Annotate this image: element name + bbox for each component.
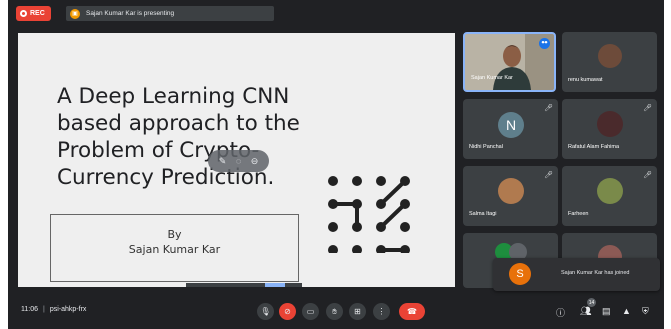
meeting-code: psi-ahkp-frx <box>49 306 87 313</box>
avatar <box>598 44 622 68</box>
raise-hand-button[interactable]: ✋︎ <box>326 303 343 320</box>
people-icon[interactable]: 👥︎ <box>580 306 591 317</box>
present-now-button[interactable]: ⊞ <box>349 303 366 320</box>
hand-icon: ✋︎ <box>332 306 337 316</box>
participant-name: Salma Itagi <box>469 211 497 217</box>
mic-off-icon: 🎤︎ <box>544 172 553 179</box>
mic-off-icon: 🎤︎ <box>643 172 652 179</box>
presentation-slide: A Deep Learning CNN based approach to th… <box>18 33 455 287</box>
activities-icon[interactable]: ▲ <box>622 306 631 316</box>
recording-label: REC <box>30 10 45 17</box>
captions-icon: ▭ <box>306 307 315 316</box>
by-label: By <box>167 228 182 241</box>
participant-tile-renu[interactable]: renu kumawat <box>562 32 657 92</box>
byline-box: By Sajan Kumar Kar <box>50 214 299 282</box>
chat-icon[interactable]: ▤ <box>602 306 611 317</box>
host-controls-icon[interactable]: ⛨ <box>642 306 649 317</box>
present-icon: ⊞ <box>354 307 361 316</box>
leave-call-button[interactable]: ☎ <box>399 303 425 320</box>
speaking-indicator-icon: ⦁⦁ <box>539 38 550 49</box>
participant-name: renu kumawat <box>568 77 603 83</box>
slide-scroll-thumb[interactable] <box>265 283 285 287</box>
mute-icon[interactable]: ◌ <box>236 156 241 166</box>
participant-tile-salma[interactable]: 🎤︎ Salma Itagi <box>463 166 558 226</box>
record-dot-icon <box>20 10 27 17</box>
participant-tile-sajan[interactable]: ⦁⦁ Sajan Kumar Kar <box>463 32 556 92</box>
top-bar: REC ▣ Sajan Kumar Kar is presenting <box>8 0 664 26</box>
participant-name: Rafatul Alam Fahima <box>568 144 620 150</box>
presentation-overlay-controls[interactable]: ✎ ◌ ⊖ <box>208 150 269 172</box>
participant-name: Farheen <box>568 211 589 217</box>
camera-off-icon: ⊘ <box>284 307 291 316</box>
clock-time: 11:06 <box>21 306 38 313</box>
pin-icon[interactable]: ✎ <box>219 156 227 167</box>
dots-graphic <box>328 176 410 253</box>
participant-tile-rafatul[interactable]: 🎤︎ Rafatul Alam Fahima <box>562 99 657 159</box>
meet-window: REC ▣ Sajan Kumar Kar is presenting A De… <box>8 0 664 329</box>
hang-up-icon: ☎ <box>407 307 417 316</box>
remove-icon[interactable]: ⊖ <box>251 156 259 167</box>
avatar: N <box>498 112 524 138</box>
more-vertical-icon: ⋮ <box>377 307 386 316</box>
separator: | <box>43 306 45 313</box>
avatar <box>597 178 623 204</box>
slide-title: A Deep Learning CNN based approach to th… <box>57 84 300 190</box>
meeting-info: 11:06 | psi-ahkp-frx <box>21 306 86 313</box>
more-options-button[interactable]: ⋮ <box>373 303 390 320</box>
bottom-toolbar: 11:06 | psi-ahkp-frx 🎙︎ ⊘ ▭ ✋︎ ⊞ ⋮ ☎ ⓘ 1… <box>8 296 664 329</box>
captions-button[interactable]: ▭ <box>302 303 319 320</box>
mic-off-icon: 🎤︎ <box>544 105 553 112</box>
avatar: S <box>509 263 531 285</box>
presenting-indicator[interactable]: ▣ Sajan Kumar Kar is presenting <box>66 6 274 21</box>
avatar <box>498 178 524 204</box>
camera-off-button[interactable]: ⊘ <box>279 303 296 320</box>
avatar <box>597 111 623 137</box>
microphone-button[interactable]: 🎙︎ <box>257 303 274 320</box>
mic-off-icon: 🎤︎ <box>643 105 652 112</box>
author-name: Sajan Kumar Kar <box>128 243 221 256</box>
join-notification-text: Sajan Kumar Kar has joined <box>561 270 630 276</box>
presenting-text: Sajan Kumar Kar is presenting <box>86 10 175 17</box>
participant-name: Sajan Kumar Kar <box>471 75 513 81</box>
recording-badge: REC <box>16 6 51 21</box>
meeting-details-icon[interactable]: ⓘ <box>556 306 565 319</box>
participant-name: Nidhi Panchal <box>469 144 503 150</box>
participant-tile-farheen[interactable]: 🎤︎ Farheen <box>562 166 657 226</box>
participant-tile-nidhi[interactable]: 🎤︎ N Nidhi Panchal <box>463 99 558 159</box>
present-screen-icon: ▣ <box>70 8 80 19</box>
join-notification: S Sajan Kumar Kar has joined <box>493 258 660 291</box>
microphone-icon: 🎙︎ <box>260 307 271 316</box>
